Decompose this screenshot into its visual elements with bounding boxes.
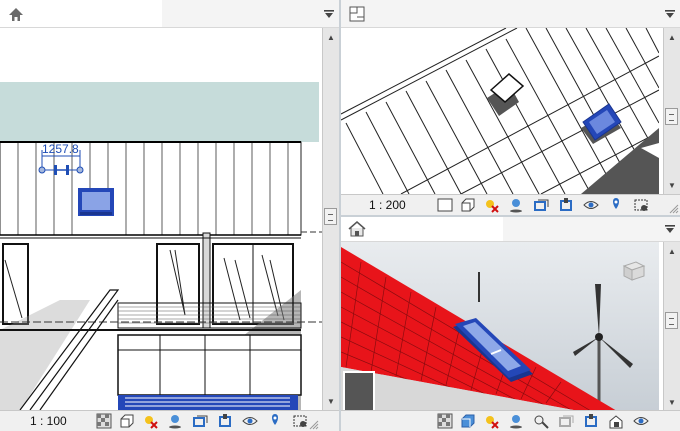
sky-background — [0, 82, 319, 142]
elevation-view-icon — [9, 8, 23, 21]
scroll-thumb[interactable] — [324, 208, 337, 225]
plan-view-pane[interactable]: ▲ ▼ 1 : 200 — [341, 0, 680, 215]
plan-title-bar — [341, 0, 680, 28]
detail-level-icon[interactable] — [96, 413, 112, 429]
rendering-dialog-icon[interactable] — [533, 413, 549, 429]
view-scale[interactable]: 1 : 100 — [30, 414, 67, 428]
show-crop-region-icon[interactable] — [583, 413, 599, 429]
shadows-icon[interactable] — [167, 413, 183, 429]
plan-view-control-bar: 1 : 200 — [341, 194, 680, 215]
plan-view-icon — [349, 6, 365, 22]
lock-3d-view-icon[interactable] — [608, 413, 624, 429]
scroll-down-arrow-icon[interactable]: ▼ — [323, 394, 339, 408]
3d-title-bar — [341, 217, 680, 242]
triangle-down-icon[interactable] — [664, 9, 676, 19]
3d-canvas[interactable] — [341, 242, 659, 411]
plan-canvas[interactable] — [341, 28, 659, 194]
sun-path-off-icon[interactable] — [483, 197, 499, 213]
elevation-view-pane[interactable]: 1257.8 ▲ ▼ 1: 100 — [0, 0, 339, 431]
elevation-title-bar — [0, 0, 339, 28]
shadows-icon[interactable] — [508, 197, 524, 213]
scroll-up-arrow-icon[interactable]: ▲ — [323, 30, 339, 44]
detail-level-icon[interactable] — [437, 197, 453, 213]
resize-grip-icon[interactable] — [309, 420, 319, 430]
temporary-hide-icon[interactable] — [583, 197, 599, 213]
skylight-selected[interactable] — [78, 188, 114, 216]
elevation-view-tab[interactable] — [0, 0, 162, 27]
visual-style-icon[interactable] — [460, 413, 476, 429]
3d-house-icon — [348, 221, 366, 237]
show-crop-region-icon[interactable] — [217, 413, 233, 429]
plan-view-tab[interactable] — [341, 0, 503, 27]
detail-level-icon[interactable] — [437, 413, 453, 429]
show-crop-region-icon[interactable] — [558, 197, 574, 213]
shadows-icon[interactable] — [508, 413, 524, 429]
elevation-view-control-bar: 1 : 100 — [0, 410, 339, 431]
scroll-thumb[interactable] — [665, 108, 678, 125]
view-scale[interactable]: 1 : 200 — [369, 198, 406, 212]
scroll-up-arrow-icon[interactable]: ▲ — [664, 244, 680, 258]
elevation-vertical-scrollbar[interactable]: ▲ ▼ — [322, 28, 339, 410]
3d-vertical-scrollbar[interactable]: ▲ ▼ — [663, 242, 680, 411]
scroll-thumb[interactable] — [665, 312, 678, 329]
analytical-model-icon[interactable] — [292, 413, 308, 429]
resize-grip-icon[interactable] — [669, 204, 679, 214]
triangle-down-icon[interactable] — [323, 9, 335, 19]
view-cube-icon[interactable] — [622, 261, 646, 281]
sun-path-off-icon[interactable] — [483, 413, 499, 429]
visual-style-icon[interactable] — [460, 197, 476, 213]
3d-view-tab[interactable] — [341, 217, 503, 241]
3d-view-pane[interactable]: ▲ ▼ — [341, 217, 680, 431]
crop-view-icon[interactable] — [192, 413, 208, 429]
scroll-down-arrow-icon[interactable]: ▼ — [664, 395, 680, 409]
scroll-down-arrow-icon[interactable]: ▼ — [664, 178, 680, 192]
crop-view-icon[interactable] — [533, 197, 549, 213]
reveal-hidden-icon[interactable] — [267, 413, 283, 429]
temporary-hide-icon[interactable] — [633, 413, 649, 429]
sun-path-off-icon[interactable] — [142, 413, 158, 429]
reveal-hidden-icon[interactable] — [608, 197, 624, 213]
visual-style-icon[interactable] — [119, 413, 135, 429]
triangle-down-icon[interactable] — [664, 224, 676, 234]
elevation-canvas[interactable]: 1257.8 — [0, 28, 339, 410]
3d-view-control-bar — [341, 410, 680, 431]
plan-vertical-scrollbar[interactable]: ▲ ▼ — [663, 28, 680, 194]
analytical-model-icon[interactable] — [633, 197, 649, 213]
dimension-label[interactable]: 1257.8 — [42, 142, 79, 156]
crop-view-icon[interactable] — [558, 413, 574, 429]
scroll-up-arrow-icon[interactable]: ▲ — [664, 30, 680, 44]
temporary-hide-icon[interactable] — [242, 413, 258, 429]
